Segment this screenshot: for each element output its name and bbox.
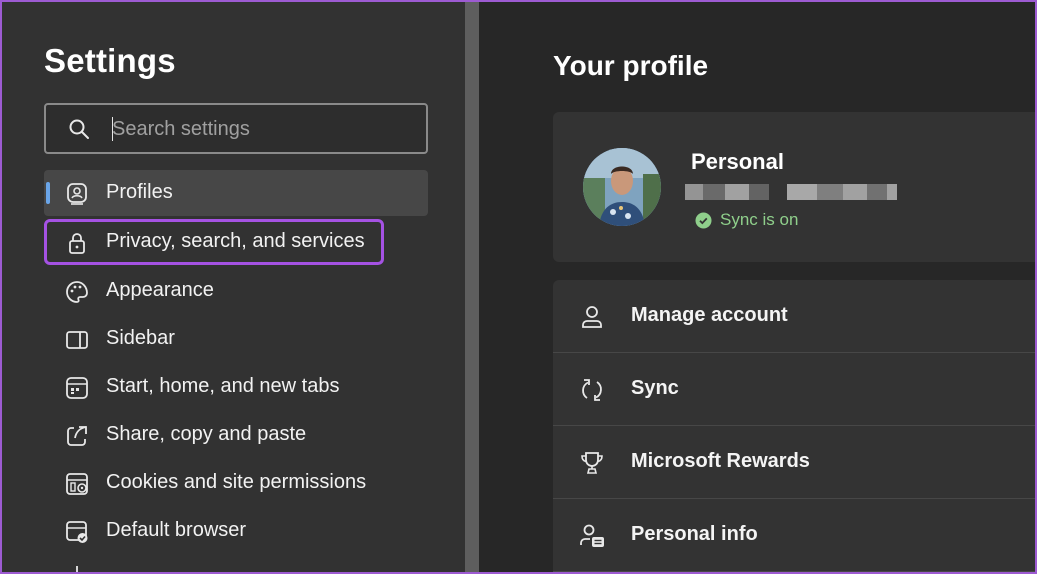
sidebar-item-cookies[interactable]: Cookies and site permissions [44,460,428,506]
row-label: Microsoft Rewards [631,450,810,472]
settings-sidebar: Settings Profiles Privacy, search, and s… [2,2,465,572]
share-icon [64,423,90,449]
profile-settings-list: Manage account Sync Microsoft Rewards Pe… [553,280,1035,572]
sidebar-item-label: Privacy, search, and services [106,230,365,252]
sync-row[interactable]: Sync [553,353,1035,426]
sidebar-item-label: Start, home, and new tabs [106,375,340,397]
sidebar-item-label: Sidebar [106,327,175,349]
profiles-icon [64,181,90,207]
pane-divider[interactable] [465,2,479,572]
search-box[interactable] [44,103,428,154]
home-tabs-icon [64,375,90,401]
trophy-icon [579,450,605,476]
profile-name: Personal [691,149,784,174]
sidebar-item-privacy[interactable]: Privacy, search, and services [44,219,384,265]
sync-status: Sync is on [695,210,798,230]
page-title: Your profile [553,50,709,81]
search-icon [68,118,90,140]
sidebar-item-label: Appearance [106,279,214,301]
profile-card: Personal Sync is on [553,112,1035,262]
microsoft-rewards-row[interactable]: Microsoft Rewards [553,426,1035,499]
sidebar-item-share[interactable]: Share, copy and paste [44,412,428,458]
sidebar-item-start-home[interactable]: Start, home, and new tabs [44,364,428,410]
check-circle-icon [695,212,712,229]
personal-info-icon [579,523,605,549]
cut-off-item-icon [64,562,90,572]
settings-title: Settings [44,42,176,79]
sidebar-item-appearance[interactable]: Appearance [44,268,428,314]
avatar[interactable] [583,148,661,226]
sync-icon [579,377,605,403]
sync-status-text: Sync is on [720,210,799,229]
sidebar-item-label: Default browser [106,519,247,541]
row-label: Manage account [631,304,788,326]
palette-icon [64,279,90,305]
sidebar-item-label: Profiles [106,181,173,203]
redacted-email [685,184,905,200]
search-input[interactable] [112,113,412,145]
sidebar-item-sidebar[interactable]: Sidebar [44,316,428,362]
sidebar-item-label: Share, copy and paste [106,423,307,445]
row-label: Sync [631,377,679,399]
cookies-icon [64,471,90,497]
row-label: Personal info [631,523,758,545]
sidebar-item-profiles[interactable]: Profiles [44,170,428,216]
main-content: Your profile Personal Sync is on Manage … [479,2,1035,572]
sidebar-icon [64,327,90,353]
sidebar-item-default-browser[interactable]: Default browser [44,508,428,554]
sidebar-item-label: Cookies and site permissions [106,471,367,493]
person-icon [579,304,605,330]
personal-info-row[interactable]: Personal info [553,499,1035,572]
default-browser-icon [64,519,90,545]
manage-account-row[interactable]: Manage account [553,280,1035,353]
lock-icon [64,230,90,256]
